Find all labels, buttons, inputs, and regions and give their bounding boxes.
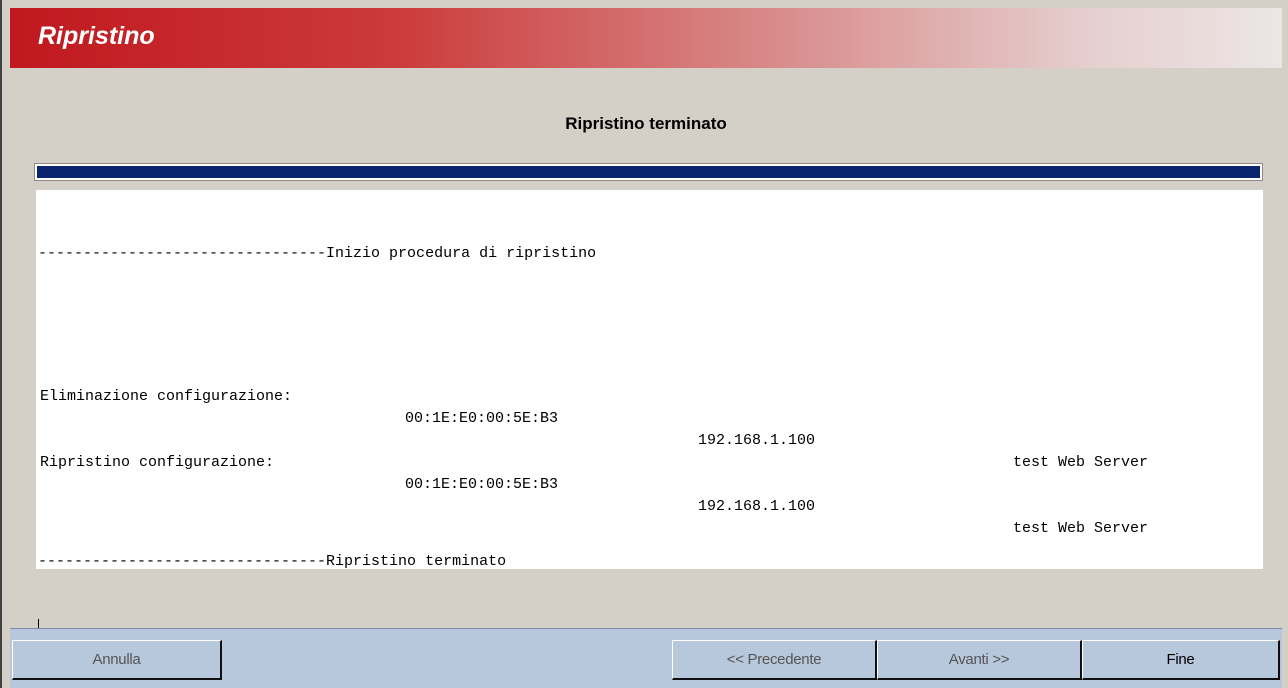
log-blank-line <box>38 496 1263 507</box>
window-title: Ripristino <box>38 22 155 50</box>
log-row-label: Eliminazione configurazione: <box>40 388 293 405</box>
progress-bar-fill <box>37 166 1260 178</box>
log-textarea[interactable]: --------------------------------Inizio p… <box>36 190 1263 637</box>
log-row-device: test Web Server <box>1013 454 1149 471</box>
log-row-device: test Web Server <box>1013 520 1149 537</box>
cancel-button[interactable]: Annulla <box>12 640 222 680</box>
log-row: Ripristino configurazione: 00:1E:E0:00:5… <box>38 430 1263 537</box>
log-start-line: --------------------------------Inizio p… <box>38 245 597 262</box>
log-row-ip: 192.168.1.100 <box>698 498 816 515</box>
next-button[interactable]: Avanti >> <box>877 640 1082 680</box>
progress-bar <box>34 163 1263 181</box>
title-bar: Ripristino <box>10 8 1282 68</box>
status-heading: Ripristino terminato <box>565 114 727 133</box>
log-end-line: --------------------------------Ripristi… <box>38 553 507 570</box>
restore-wizard-window: Ripristino Ripristino terminato --------… <box>0 0 1288 688</box>
log-blank-line <box>38 309 1263 320</box>
previous-button[interactable]: << Precedente <box>672 640 877 680</box>
log-row-label: Ripristino configurazione: <box>40 454 275 471</box>
button-bar: Annulla << Precedente Avanti >> Fine <box>10 628 1282 688</box>
log-row-mac: 00:1E:E0:00:5E:B3 <box>405 410 559 427</box>
finish-button[interactable]: Fine <box>1082 640 1280 680</box>
log-row-mac: 00:1E:E0:00:5E:B3 <box>405 476 559 493</box>
log-row: Eliminazione configurazione: 00:1E:E0:00… <box>38 364 1263 471</box>
